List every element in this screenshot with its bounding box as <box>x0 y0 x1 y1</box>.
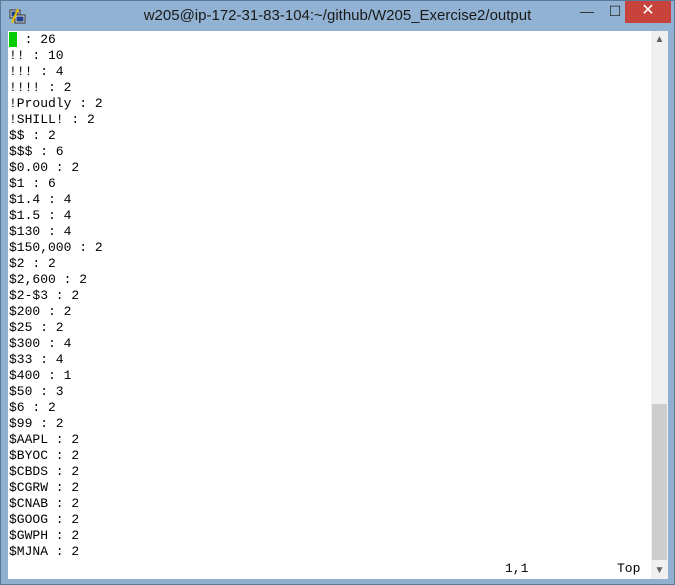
terminal-line: !!! : 4 <box>9 64 64 79</box>
terminal-line: !Proudly : 2 <box>9 96 103 111</box>
terminal-line: $1 : 6 <box>9 176 56 191</box>
first-line-text: : 26 <box>16 32 56 47</box>
terminal-line: $25 : 2 <box>9 320 64 335</box>
terminal-line: !!!! : 2 <box>9 80 72 95</box>
terminal-window: w205@ip-172-31-83-104:~/github/W205_Exer… <box>0 0 675 585</box>
terminal-line-first: ! : 26 <box>9 32 56 48</box>
terminal-line: $1.5 : 4 <box>9 208 72 223</box>
terminal-line: $2-$3 : 2 <box>9 288 80 303</box>
putty-icon[interactable] <box>9 7 27 25</box>
terminal-line: $200 : 2 <box>9 304 72 319</box>
terminal-line: $300 : 4 <box>9 336 72 351</box>
scroll-position: Top <box>617 561 641 576</box>
terminal-line: $2,600 : 2 <box>9 272 88 287</box>
scrollbar-thumb[interactable] <box>652 404 667 560</box>
terminal-line: !SHILL! : 2 <box>9 112 95 127</box>
terminal-line: $1.4 : 4 <box>9 192 72 207</box>
terminal-line: $130 : 4 <box>9 224 72 239</box>
scroll-down-icon[interactable]: ▼ <box>651 562 668 579</box>
terminal-line: $150,000 : 2 <box>9 240 103 255</box>
close-button[interactable]: ✕ <box>625 1 671 23</box>
terminal-line: $33 : 4 <box>9 352 64 367</box>
terminal-line: $CBDS : 2 <box>9 464 80 479</box>
terminal-line: $0.00 : 2 <box>9 160 80 175</box>
terminal-output[interactable]: ! : 26 1,1 Top !! : 10!!! : 4!!!! : 2 !Pr… <box>8 31 651 579</box>
terminal-line: $50 : 3 <box>9 384 64 399</box>
minimize-button[interactable]: — <box>573 1 601 23</box>
terminal-line: $400 : 1 <box>9 368 72 383</box>
cursor-position: 1,1 <box>505 561 529 576</box>
vertical-scrollbar[interactable]: ▲ ▼ <box>651 31 668 579</box>
terminal-line: $99 : 2 <box>9 416 64 431</box>
client-area: ! : 26 1,1 Top !! : 10!!! : 4!!!! : 2 !Pr… <box>8 31 668 579</box>
terminal-line: $$$ : 6 <box>9 144 64 159</box>
terminal-line: $AAPL : 2 <box>9 432 80 447</box>
terminal-line: $CNAB : 2 <box>9 496 80 511</box>
terminal-line: $MJNA : 2 <box>9 544 80 559</box>
terminal-line: $2 : 2 <box>9 256 56 271</box>
terminal-line: $$ : 2 <box>9 128 56 143</box>
cursor: ! <box>9 32 17 47</box>
terminal-line: $GWPH : 2 <box>9 528 80 543</box>
terminal-line: $GOOG : 2 <box>9 512 80 527</box>
terminal-line: $BYOC : 2 <box>9 448 80 463</box>
title-bar[interactable]: w205@ip-172-31-83-104:~/github/W205_Exer… <box>1 1 674 31</box>
terminal-line: !! : 10 <box>9 48 64 63</box>
terminal-line: $CGRW : 2 <box>9 480 80 495</box>
terminal-line: $6 : 2 <box>9 400 56 415</box>
window-title: w205@ip-172-31-83-104:~/github/W205_Exer… <box>143 7 532 24</box>
scroll-up-icon[interactable]: ▲ <box>651 31 668 48</box>
